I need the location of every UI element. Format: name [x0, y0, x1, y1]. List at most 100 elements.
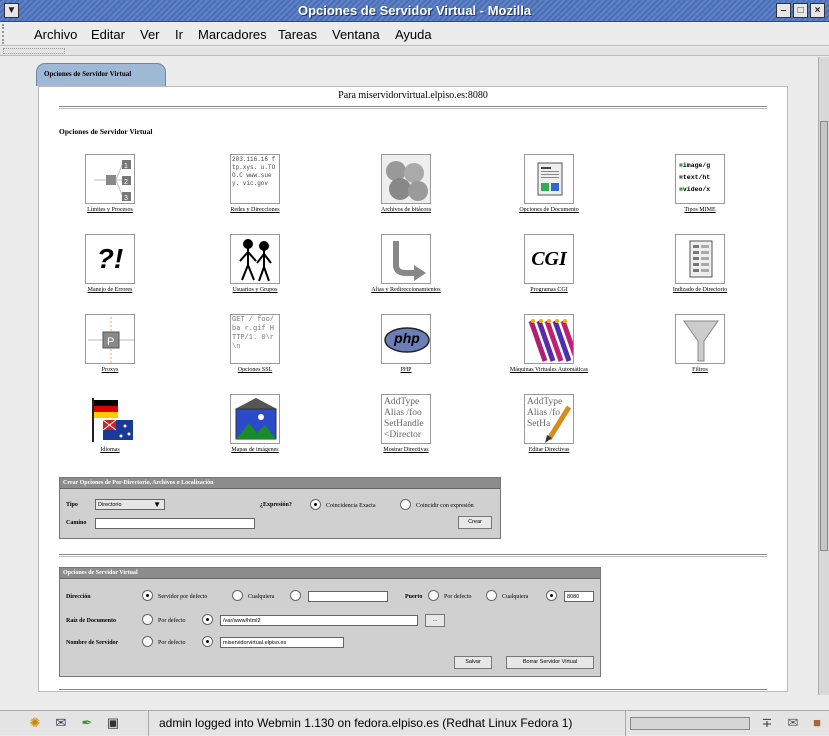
icon-label[interactable]: Manejo de Errores	[50, 287, 170, 293]
radio-port-custom[interactable]	[546, 590, 557, 601]
address-book-icon[interactable]: ▣	[104, 715, 122, 731]
icon-label[interactable]: Archivos de bitácora	[346, 207, 466, 213]
menu-archivo[interactable]: Archivo	[34, 27, 77, 42]
radio-exact-match[interactable]	[310, 499, 321, 510]
svg-text:3: 3	[124, 195, 128, 202]
tab-opciones-servidor-virtual[interactable]: Opciones de Servidor Virtual	[36, 63, 166, 86]
icon-label[interactable]: PHP	[346, 367, 466, 373]
address-input[interactable]	[308, 591, 388, 602]
scrollbar-thumb[interactable]	[820, 121, 828, 551]
lock-icon[interactable]: ■	[808, 715, 826, 731]
path-input[interactable]	[95, 518, 255, 529]
icon-label[interactable]: Usuarios y Grupos	[195, 287, 315, 293]
cgi-icon: CGI	[524, 234, 574, 284]
icon-label[interactable]: Mostrar Directivas	[346, 447, 466, 453]
icon-label[interactable]: Editar Directivas	[489, 447, 609, 453]
toolbar-grip[interactable]	[2, 24, 8, 44]
menu-ventana[interactable]: Ventana	[332, 27, 380, 42]
icon-label[interactable]: Filtros	[640, 367, 760, 373]
icon-label[interactable]: Programas CGI	[489, 287, 609, 293]
menu-editar[interactable]: Editar	[91, 27, 125, 42]
composer-icon[interactable]: ✒	[78, 715, 96, 731]
directory-index-icon	[675, 234, 725, 284]
browse-button[interactable]: ...	[425, 614, 445, 627]
servername-input[interactable]: miservidorvirtual.elpiso.es	[220, 637, 344, 648]
online-icon[interactable]: ∓	[758, 715, 776, 731]
radio-port-default[interactable]	[428, 590, 439, 601]
port-default-label: Por defecto	[444, 594, 472, 600]
radio-docroot-default[interactable]	[142, 614, 153, 625]
icon-archivos-bitacora[interactable]: Archivos de bitácora	[346, 154, 466, 213]
minimize-button[interactable]: –	[776, 3, 791, 18]
icon-proxys[interactable]: P Proxys	[50, 314, 170, 373]
maximize-button[interactable]: □	[793, 3, 808, 18]
status-bar: ✺ ✉ ✒ ▣ admin logged into Webmin 1.130 o…	[0, 710, 829, 736]
icon-label[interactable]: Alias y Redireccionamientos	[346, 287, 466, 293]
icon-idiomas[interactable]: Idiomas	[50, 394, 170, 453]
php-glyph: php	[394, 330, 420, 346]
port-input[interactable]: 8080	[564, 591, 594, 602]
icon-label[interactable]: Opciones SSL	[195, 367, 315, 373]
menu-ir[interactable]: Ir	[175, 27, 183, 42]
collapsed-toolbars[interactable]	[0, 47, 829, 56]
port-label: Puerto	[405, 594, 423, 600]
docroot-input[interactable]: /var/www/html2	[220, 615, 418, 626]
menu-ver[interactable]: Ver	[140, 27, 160, 42]
security-icon[interactable]: ✉	[784, 715, 802, 731]
close-button[interactable]: ×	[810, 3, 825, 18]
icon-label[interactable]: Idiomas	[50, 447, 170, 453]
icon-label[interactable]: Máquinas Virtuales Automáticas	[489, 367, 609, 373]
radio-address-custom[interactable]	[290, 590, 301, 601]
icon-label[interactable]: Límites y Procesos	[50, 207, 170, 213]
icon-redes-direcciones[interactable]: 203.116.16 ftp.xys. u.TOO.C www.suey. vi…	[195, 154, 315, 213]
radio-docroot-custom[interactable]	[202, 614, 213, 625]
menu-ayuda[interactable]: Ayuda	[395, 27, 432, 42]
menu-tareas[interactable]: Tareas	[278, 27, 317, 42]
icon-mapas-imagenes[interactable]: Mapas de imágenes	[195, 394, 315, 453]
icon-label[interactable]: Opciones de Documento	[489, 207, 609, 213]
icon-opciones-ssl[interactable]: GET / foo/ba r.gif H TTP/1. 0\r\n Opcion…	[195, 314, 315, 373]
icon-opciones-documento[interactable]: Opciones de Documento	[489, 154, 609, 213]
icon-tipos-mime[interactable]: ■image/g ■text/ht ■video/x Tipos MIME	[640, 154, 760, 213]
icon-label[interactable]: Indizado de Directorio	[640, 287, 760, 293]
directive-line: SetHandle	[384, 419, 424, 429]
icon-alias-redireccionamientos[interactable]: Alias y Redireccionamientos	[346, 234, 466, 293]
create-button[interactable]: Crear	[458, 516, 492, 529]
docroot-label: Raíz de Documento	[66, 618, 116, 624]
error-handling-icon: ?!	[85, 234, 135, 284]
radio-servername-default[interactable]	[142, 636, 153, 647]
icon-mostrar-directivas[interactable]: AddType Alias /foo SetHandle <Director M…	[346, 394, 466, 453]
icon-editar-directivas[interactable]: AddType Alias /fo SetHa Editar Directiva…	[489, 394, 609, 453]
icon-limites-procesos[interactable]: 1 2 3 Límites y Procesos	[50, 154, 170, 213]
window-titlebar[interactable]: ▼ Opciones de Servidor Virtual - Mozilla…	[0, 0, 829, 22]
menu-marcadores[interactable]: Marcadores	[198, 27, 267, 42]
divider	[59, 106, 767, 108]
delete-virtual-server-button[interactable]: Borrar Servidor Virtual	[506, 656, 594, 669]
mime-text: text/ht	[682, 174, 711, 181]
icon-label[interactable]: Mapas de imágenes	[195, 447, 315, 453]
virtual-server-panel: Opciones de Servidor Virtual Dirección S…	[59, 567, 601, 677]
vertical-scrollbar[interactable]	[818, 57, 829, 695]
divider	[59, 554, 767, 556]
divider	[59, 689, 767, 691]
icon-usuarios-grupos[interactable]: Usuarios y Grupos	[195, 234, 315, 293]
image-map-icon	[230, 394, 280, 444]
icon-programas-cgi[interactable]: CGI Programas CGI	[489, 234, 609, 293]
icon-label[interactable]: Proxys	[50, 367, 170, 373]
navigator-icon[interactable]: ✺	[26, 715, 44, 731]
type-select[interactable]: Directorio ▼	[95, 499, 165, 510]
icon-label[interactable]: Redes y Direcciones	[195, 207, 315, 213]
icon-indizado-directorio[interactable]: Indizado de Directorio	[640, 234, 760, 293]
radio-regex-match[interactable]	[400, 499, 411, 510]
radio-port-any[interactable]	[486, 590, 497, 601]
icon-filtros[interactable]: Filtros	[640, 314, 760, 373]
radio-address-any[interactable]	[232, 590, 243, 601]
save-button[interactable]: Salvar	[454, 656, 492, 669]
radio-address-default[interactable]	[142, 590, 153, 601]
icon-label[interactable]: Tipos MIME	[640, 207, 760, 213]
radio-servername-custom[interactable]	[202, 636, 213, 647]
icon-maquinas-virtuales[interactable]: Máquinas Virtuales Automáticas	[489, 314, 609, 373]
icon-manejo-errores[interactable]: ?! Manejo de Errores	[50, 234, 170, 293]
icon-php[interactable]: php PHP	[346, 314, 466, 373]
mail-icon[interactable]: ✉	[52, 715, 70, 731]
